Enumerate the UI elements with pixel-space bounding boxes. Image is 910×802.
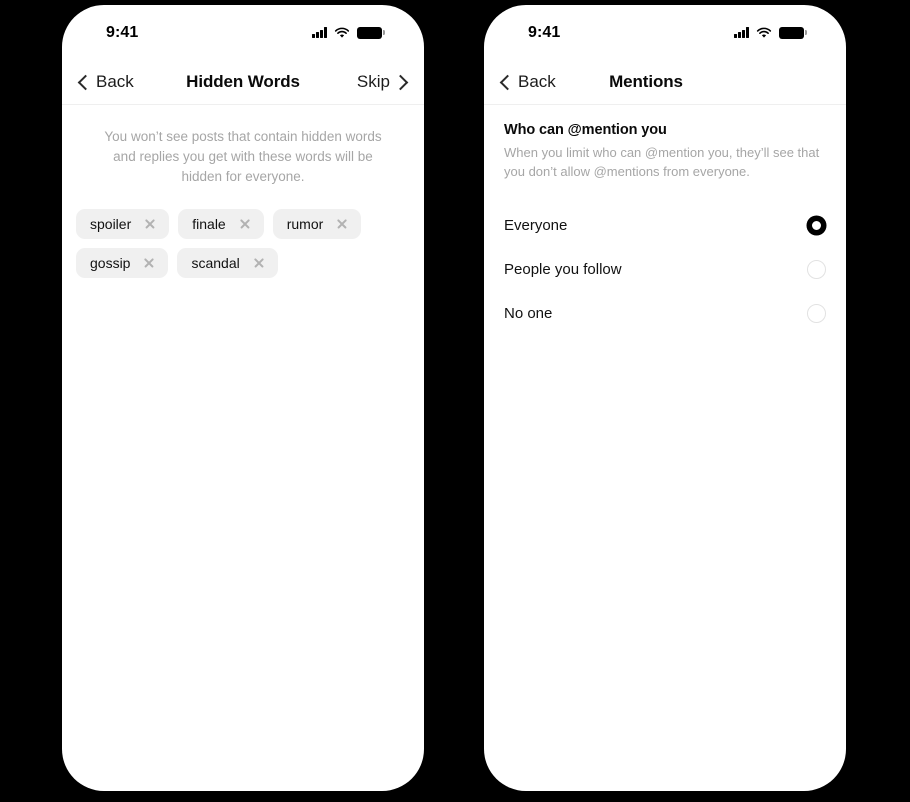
back-button[interactable]: Back [499,72,556,92]
phone-mentions: 9:41 Back Mentions Who can @mention you … [484,5,846,791]
wifi-icon [334,27,350,38]
radio-button[interactable] [807,303,826,323]
cellular-signal-icon [734,27,749,38]
screen-body-mentions: Who can @mention you When you limit who … [484,105,846,335]
skip-button[interactable]: Skip [356,72,409,92]
phone-hidden-words: 9:41 Back Hidden Words Skip You won’t se… [62,5,424,791]
close-icon[interactable] [144,218,156,230]
option-label: No one [504,304,553,322]
wifi-icon [756,27,772,38]
word-chip[interactable]: finale [178,209,264,239]
hidden-words-description: You won’t see posts that contain hidden … [104,129,382,184]
option-row-everyone[interactable]: Everyone [504,203,826,247]
word-chip[interactable]: rumor [272,209,362,239]
battery-icon [357,26,385,39]
skip-button-label: Skip [356,72,390,91]
close-icon[interactable] [253,257,265,269]
word-chip[interactable]: scandal [177,248,278,278]
option-row-people-you-follow[interactable]: People you follow [504,247,826,291]
canvas-background: 9:41 Back Hidden Words Skip You won’t se… [0,0,910,802]
close-icon[interactable] [143,257,155,269]
page-title: Mentions [609,72,683,91]
screen-body-hidden-words: You won’t see posts that contain hidden … [62,127,424,278]
status-icons [312,26,385,39]
mention-option-list: Everyone People you follow No one [504,203,826,335]
back-button-label: Back [518,72,556,91]
radio-button-selected[interactable] [807,215,826,235]
word-chip-label: spoiler [90,216,132,232]
option-label: Everyone [504,216,568,234]
close-icon[interactable] [239,218,251,230]
chevron-right-icon [392,74,409,90]
radio-button[interactable] [807,259,826,279]
word-chip-label: rumor [286,216,324,232]
section-subtext: When you limit who can @mention you, the… [504,145,820,179]
close-icon[interactable] [336,218,348,230]
status-bar: 9:41 [62,5,424,60]
hidden-words-chip-list: spoiler finale rumor gossip scandal [62,209,424,278]
word-chip-label: gossip [90,255,131,271]
cellular-signal-icon [312,27,327,38]
chevron-left-icon [499,74,516,90]
word-chip-label: finale [192,216,226,232]
status-time: 9:41 [528,23,561,41]
chevron-left-icon [77,74,94,90]
option-label: People you follow [504,260,622,278]
nav-bar: Back Hidden Words Skip [62,60,424,105]
section-heading: Who can @mention you [504,122,667,138]
word-chip-label: scandal [191,255,240,271]
status-icons [734,26,807,39]
back-button[interactable]: Back [77,72,134,92]
word-chip[interactable]: spoiler [76,209,170,239]
word-chip[interactable]: gossip [76,248,169,278]
back-button-label: Back [96,72,134,91]
status-time: 9:41 [106,23,139,41]
option-row-no-one[interactable]: No one [504,291,826,335]
nav-bar: Back Mentions [484,60,846,105]
battery-icon [779,26,807,39]
status-bar: 9:41 [484,5,846,60]
